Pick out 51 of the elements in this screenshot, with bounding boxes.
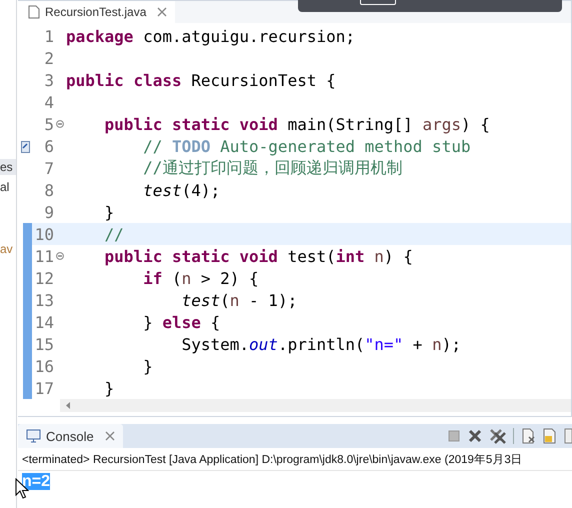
monitor-icon [26, 429, 41, 443]
line-number: 15 [34, 334, 54, 354]
line-number: 10 [34, 224, 54, 244]
code-line: // [104, 224, 124, 244]
code-line: if (n > 2) { [142, 268, 259, 288]
panel-icon[interactable] [564, 428, 572, 444]
line-number: 16 [34, 356, 54, 376]
line-number: 9 [43, 202, 54, 222]
code-line: test(n - 1); [180, 290, 298, 310]
remove-icon[interactable] [467, 428, 483, 444]
line-number: 6 [43, 136, 54, 156]
line-number: 17 [34, 378, 54, 398]
code-line: public class RecursionTest { [66, 70, 336, 90]
code-line: } [142, 356, 153, 376]
scroll-left-arrow-icon[interactable] [66, 402, 71, 409]
remove-all-icon[interactable] [489, 428, 507, 444]
code-line: } [104, 378, 114, 398]
line-number: 14 [34, 312, 54, 332]
code-line: System.out.println("n=" + n); [180, 334, 461, 354]
line-number: 5 [43, 114, 54, 134]
horizontal-scrollbar[interactable] [60, 399, 571, 412]
sidebar-item-fragment[interactable]: av [0, 241, 16, 257]
line-number: 2 [43, 48, 54, 68]
line-number: 1 [43, 26, 54, 46]
code-line: } else { [142, 312, 220, 332]
code-line: //通过打印问题，回顾递归调用机制 [142, 158, 402, 178]
line-number: 11 [34, 246, 54, 266]
code-line: public static void main(String[] args) { [104, 114, 490, 134]
java-file-icon [28, 5, 40, 19]
code-line: } [104, 202, 114, 222]
sidebar-item-fragment[interactable]: es [0, 159, 16, 175]
line-number: 12 [34, 268, 54, 288]
console-status-line: <terminated> RecursionTest [Java Application] D:\program\jdk8.0\jre\bin\javaw.exe (2019年5月3日 [18, 448, 572, 471]
fold-collapse-icon[interactable] [56, 252, 64, 260]
sidebar-item-fragment[interactable]: al [0, 179, 16, 195]
console-tab[interactable]: Console [18, 424, 123, 448]
code-line: package com.atguigu.recursion; [66, 26, 355, 46]
stop-icon[interactable] [447, 429, 461, 443]
close-icon[interactable] [104, 431, 115, 441]
close-icon[interactable] [157, 7, 168, 17]
code-line: test(4); [142, 180, 220, 200]
line-number: 13 [34, 290, 54, 310]
line-number: 3 [43, 70, 54, 90]
fold-collapse-icon[interactable] [56, 120, 64, 128]
line-number: 4 [43, 92, 54, 112]
document-icon[interactable] [520, 428, 536, 444]
editor-tab[interactable]: RecursionTest.java [18, 1, 176, 23]
code-line: public static void test(int n) { [104, 246, 413, 266]
code-line: // TODO Auto-generated method stub [142, 136, 471, 156]
line-number: 7 [43, 158, 54, 178]
line-number: 8 [43, 180, 54, 200]
